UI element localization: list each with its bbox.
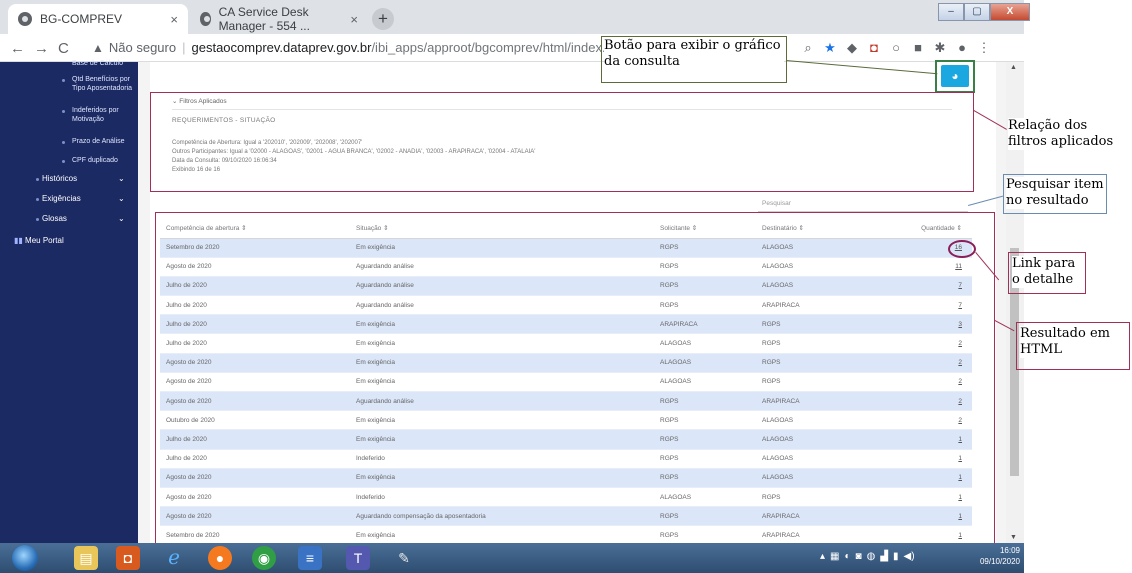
chevron-down-icon[interactable]: ⌄ <box>118 214 125 223</box>
bullet-icon <box>36 198 39 201</box>
scroll-down-icon[interactable]: ▼ <box>1010 534 1017 541</box>
puzzle-extensions-icon[interactable]: ✱ <box>932 40 948 56</box>
bar-chart-icon: ▮▮ <box>14 236 23 245</box>
bullet-icon <box>36 178 39 181</box>
circle-extension-icon[interactable]: ○ <box>888 40 904 56</box>
system-tray: ▴ ▦ ◐ ◙ ◍ ▟ ▮ ◀) <box>820 551 915 562</box>
zoom-icon[interactable]: ⌕ <box>800 40 816 56</box>
profile-avatar-icon[interactable]: ● <box>954 40 970 56</box>
sidebar-item-indeferidos[interactable]: Indeferidos por Motivação <box>72 106 138 124</box>
tray-app-icon[interactable]: ◐ <box>844 551 850 562</box>
sidebar-group-glosas[interactable]: Glosas <box>42 214 67 223</box>
warning-icon: ▲ <box>92 41 104 55</box>
tab-bg-comprev[interactable]: BG-COMPREV × <box>8 4 188 34</box>
search-input[interactable]: Pesquisar <box>758 196 968 212</box>
insecure-label: Não seguro <box>108 40 177 55</box>
chrome-favicon-icon <box>18 12 32 26</box>
tab-close-icon[interactable]: × <box>170 12 178 27</box>
browser-toolbar: ← → C ▲ Não seguro | gestaocomprev.datap… <box>0 34 1024 62</box>
document-icon[interactable]: ≡ <box>298 546 322 570</box>
annotation-link: Link para o detalhe <box>1012 256 1084 288</box>
forward-icon[interactable]: → <box>34 40 49 57</box>
sidebar-item-prazo-analise[interactable]: Prazo de Análise <box>72 137 138 146</box>
scroll-up-icon[interactable]: ▲ <box>1010 64 1017 71</box>
annotation-result: Resultado em HTML <box>1020 326 1126 358</box>
sidebar-group-historicos[interactable]: Históricos <box>42 174 77 183</box>
back-icon[interactable]: ← <box>10 40 25 57</box>
windows-taskbar: ▤ ◘ ℯ ● ◉ ≡ T ✎ ▴ ▦ ◐ ◙ ◍ ▟ ▮ ◀) 16:09 0… <box>0 543 1024 573</box>
taskbar-clock[interactable]: 16:09 09/10/2020 <box>962 545 1020 567</box>
new-tab-button[interactable]: + <box>372 8 394 30</box>
battery-icon[interactable]: ▮ <box>893 551 899 562</box>
sidebar-item-base-calculo[interactable]: Base de Cálculo <box>72 59 138 68</box>
office-icon[interactable]: ◘ <box>116 546 140 570</box>
window-controls: – ▢ X <box>938 3 1030 21</box>
browser-tabstrip: BG-COMPREV × CA Service Desk Manager - 5… <box>0 0 1030 34</box>
clock-date: 09/10/2020 <box>979 557 1020 566</box>
maximize-button[interactable]: ▢ <box>964 3 990 21</box>
reload-icon[interactable]: C <box>58 40 69 57</box>
tray-up-arrow-icon[interactable]: ▴ <box>820 551 825 562</box>
shield-extension-icon[interactable]: ◆ <box>844 40 860 56</box>
annotation-chart-button: Botão para exibir o gráfico da consulta <box>604 38 784 70</box>
pocket-extension-icon[interactable]: ◘ <box>866 40 882 56</box>
annotation-search: Pesquisar item no resultado <box>1006 177 1104 209</box>
tray-app-icon[interactable]: ◙ <box>856 551 862 562</box>
bullet-icon <box>62 110 65 113</box>
chrome-icon[interactable]: ◉ <box>252 546 276 570</box>
internet-explorer-icon[interactable]: ℯ <box>162 546 186 570</box>
clock-time: 16:09 <box>999 546 1020 555</box>
bullet-icon <box>62 141 65 144</box>
volume-icon[interactable]: ◀) <box>904 551 915 562</box>
menu-kebab-icon[interactable]: ⋮ <box>976 40 992 56</box>
portal-label: Meu Portal <box>25 236 64 245</box>
tab-close-icon[interactable]: × <box>350 12 358 27</box>
sidebar-group-exigencias[interactable]: Exigências <box>42 194 81 203</box>
minimize-button[interactable]: – <box>938 3 964 21</box>
address-separator: | <box>182 40 186 55</box>
annotation-filters: Relação dos filtros aplicados <box>1008 118 1126 150</box>
bullet-icon <box>36 218 39 221</box>
address-host: gestaocomprev.dataprev.gov.br <box>191 40 372 55</box>
bookmark-star-icon[interactable]: ★ <box>822 40 838 56</box>
bullet-icon <box>62 160 65 163</box>
chevron-down-icon[interactable]: ⌄ <box>118 174 125 183</box>
screenshot-root: BG-COMPREV × CA Service Desk Manager - 5… <box>0 0 1132 573</box>
bullet-icon <box>62 79 65 82</box>
annotation-filters-box <box>150 92 974 192</box>
address-path: /ibi_apps/approot/bgcomprev/html/index.h… <box>371 40 628 55</box>
sidebar-portal-link[interactable]: ▮▮ Meu Portal <box>14 236 64 245</box>
app-sidebar: Base de Cálculo Qtd Benefícios por Tipo … <box>0 59 138 543</box>
tray-app-icon[interactable]: ◍ <box>867 551 876 562</box>
tray-app-icon[interactable]: ▦ <box>830 551 839 562</box>
tab-ca-service-desk[interactable]: CA Service Desk Manager - 554 ... × <box>190 4 368 34</box>
tab-title: BG-COMPREV <box>40 12 123 26</box>
teams-icon[interactable]: T <box>346 546 370 570</box>
extension-icons: ⌕ ★ ◆ ◘ ○ ■ ✱ ● ⋮ <box>800 40 992 56</box>
chrome-favicon-icon <box>200 12 211 26</box>
sidebar-item-qtd-beneficios[interactable]: Qtd Benefícios por Tipo Aposentadoria <box>72 75 138 93</box>
square-extension-icon[interactable]: ■ <box>910 40 926 56</box>
tab-title: CA Service Desk Manager - 554 ... <box>218 5 310 33</box>
sidebar-item-cpf-duplicado[interactable]: CPF duplicado <box>72 156 138 165</box>
chevron-down-icon[interactable]: ⌄ <box>118 194 125 203</box>
annotation-link-highlight <box>948 240 976 258</box>
close-window-button[interactable]: X <box>990 3 1030 21</box>
firefox-icon[interactable]: ● <box>208 546 232 570</box>
start-button[interactable] <box>12 545 38 571</box>
paint-icon[interactable]: ✎ <box>392 546 416 570</box>
annotation-result-box <box>155 212 995 554</box>
file-explorer-icon[interactable]: ▤ <box>74 546 98 570</box>
annotation-chart-button-highlight <box>935 60 975 93</box>
network-icon[interactable]: ▟ <box>880 551 888 562</box>
